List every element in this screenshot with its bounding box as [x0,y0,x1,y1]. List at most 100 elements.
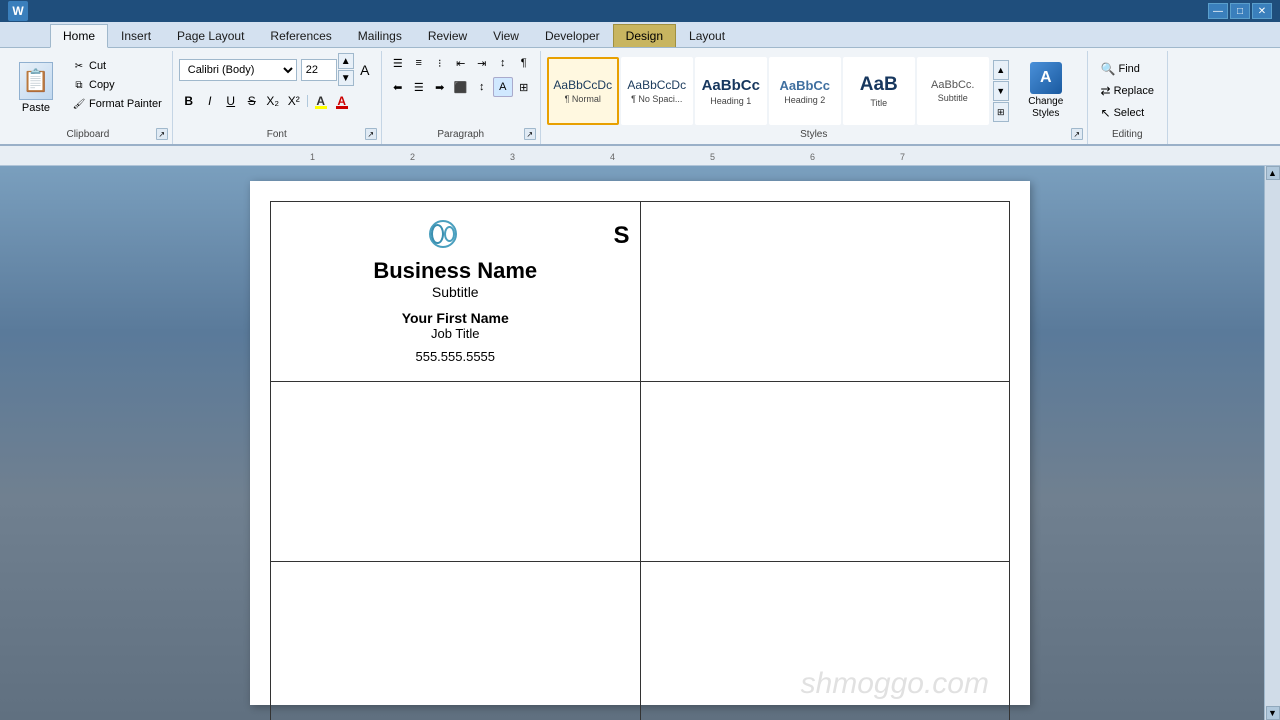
font-expand-button[interactable]: ↗ [365,128,377,140]
style-h1-label: Heading 1 [710,96,751,106]
minimize-button[interactable]: — [1208,3,1228,19]
tab-developer[interactable]: Developer [532,24,613,47]
card-cell-mid-right[interactable] [640,382,1010,562]
business-card-grid: S Business Name Subtitle Your First Name… [270,201,1010,720]
replace-icon: ⇄ [1101,84,1111,98]
bullet-list-button[interactable]: ☰ [388,53,408,73]
person-name: Your First Name [281,310,630,326]
bold-button[interactable]: B [179,91,199,111]
justify-button[interactable]: ⬛ [451,77,471,97]
style-subtitle-preview: AaBbCc. [931,79,974,91]
ribbon: 📋 Paste ✂ Cut ⧉ Copy 🖌 Format Painter [0,48,1280,146]
styles-scroll-buttons: ▲ ▼ ⊞ [993,60,1009,122]
scroll-down-button[interactable]: ▼ [1266,706,1280,720]
tab-page-layout[interactable]: Page Layout [164,24,257,47]
clipboard-expand-button[interactable]: ↗ [156,128,168,140]
copy-button[interactable]: ⧉ Copy [68,76,166,94]
card-cell-bot-left[interactable] [271,562,641,720]
card-cell-bot-right[interactable]: shmoggo.com [640,562,1010,720]
find-button[interactable]: 🔍 Find [1096,59,1159,79]
shading-button[interactable]: A [493,77,513,97]
underline-button[interactable]: U [221,91,241,111]
replace-button[interactable]: ⇄ Replace [1096,81,1159,101]
numbered-list-button[interactable]: ≡ [409,53,429,73]
paragraph-group: ☰ ≡ ⁝ ⇤ ⇥ ↕ ¶ ⬅ ☰ ➡ ⬛ ↕ A ⊞ Paragraph ↗ [382,51,541,144]
strikethrough-button[interactable]: S [242,91,262,111]
card-row-2 [271,382,1010,562]
style-heading1[interactable]: AaBbCc Heading 1 [695,57,767,125]
change-styles-button[interactable]: A ChangeStyles [1011,57,1081,125]
style-title-preview: AaB [860,74,898,96]
clear-formatting-button[interactable]: A [355,60,375,80]
styles-scroll-up[interactable]: ▲ [993,60,1009,80]
superscript-button[interactable]: X² [284,91,304,111]
card-cell-top-right[interactable] [640,202,1010,382]
borders-button[interactable]: ⊞ [514,77,534,97]
style-normal[interactable]: AaBbCcDc ¶ Normal [547,57,619,125]
paste-button[interactable]: 📋 Paste [10,57,62,119]
style-h1-preview: AaBbCc [702,77,760,94]
style-title[interactable]: AaB Title [843,57,915,125]
ribbon-tabs: Home Insert Page Layout References Maili… [0,22,1280,48]
sort-button[interactable]: ↕ [493,53,513,73]
style-subtitle[interactable]: AaBbCc. Subtitle [917,57,989,125]
styles-label: Styles [800,129,827,142]
multilevel-list-button[interactable]: ⁝ [430,53,450,73]
style-h2-preview: AaBbCc [779,78,830,93]
styles-group: AaBbCcDc ¶ Normal AaBbCcDc ¶ No Spaci...… [541,51,1088,144]
style-nospace-label: ¶ No Spaci... [631,94,682,104]
tab-mailings[interactable]: Mailings [345,24,415,47]
vertical-scrollbar[interactable]: ▲ ▼ [1264,166,1280,720]
increase-indent-button[interactable]: ⇥ [472,53,492,73]
style-nospace[interactable]: AaBbCcDc ¶ No Spaci... [621,57,693,125]
font-size-input[interactable] [301,59,337,81]
decrease-indent-button[interactable]: ⇤ [451,53,471,73]
tab-view[interactable]: View [480,24,532,47]
font-group: Calibri (Body) ▲ ▼ A B I U S X₂ X² [173,51,382,144]
scroll-up-button[interactable]: ▲ [1266,166,1280,180]
ruler-inner: 1 2 3 4 5 6 7 [235,146,1055,165]
style-heading2[interactable]: AaBbCc Heading 2 [769,57,841,125]
tab-insert[interactable]: Insert [108,24,164,47]
subscript-button[interactable]: X₂ [263,91,283,111]
card-cell-business[interactable]: S Business Name Subtitle Your First Name… [271,202,641,382]
cut-button[interactable]: ✂ Cut [68,57,166,75]
card-row-1: S Business Name Subtitle Your First Name… [271,202,1010,382]
align-center-button[interactable]: ☰ [409,77,429,97]
select-button[interactable]: ↖ Select [1096,103,1159,123]
styles-scroll-down[interactable]: ▼ [993,81,1009,101]
line-spacing-button[interactable]: ↕ [472,77,492,97]
s-char: S [613,222,629,250]
align-left-button[interactable]: ⬅ [388,77,408,97]
change-styles-icon: A [1030,62,1062,94]
font-size-increase-button[interactable]: ▲ [338,53,354,69]
app-icon: W [8,1,28,21]
style-nospace-preview: AaBbCcDc [627,78,686,92]
clipboard-small-buttons: ✂ Cut ⧉ Copy 🖌 Format Painter [68,57,166,113]
styles-list: AaBbCcDc ¶ Normal AaBbCcDc ¶ No Spaci...… [547,57,989,125]
document-area: S Business Name Subtitle Your First Name… [0,166,1280,720]
font-color-button[interactable]: A [332,91,352,111]
tab-design[interactable]: Design [613,24,676,47]
tab-references[interactable]: References [257,24,344,47]
maximize-button[interactable]: □ [1230,3,1250,19]
tab-review[interactable]: Review [415,24,480,47]
styles-expand-button[interactable]: ↗ [1071,128,1083,140]
italic-button[interactable]: I [200,91,220,111]
font-size-decrease-button[interactable]: ▼ [338,70,354,86]
tab-layout[interactable]: Layout [676,24,738,47]
font-family-select[interactable]: Calibri (Body) [179,59,297,81]
close-button[interactable]: ✕ [1252,3,1272,19]
font-label: Font [267,129,287,142]
tab-home[interactable]: Home [50,24,108,48]
paragraph-expand-button[interactable]: ↗ [524,128,536,140]
phone-number: 555.555.5555 [281,349,630,364]
align-right-button[interactable]: ➡ [430,77,450,97]
format-painter-button[interactable]: 🖌 Format Painter [68,95,166,113]
styles-expand[interactable]: ⊞ [993,102,1009,122]
card-cell-mid-left[interactable] [271,382,641,562]
text-highlight-button[interactable]: A [311,91,331,111]
style-subtitle-label: Subtitle [938,93,968,103]
change-styles-label: ChangeStyles [1028,96,1063,120]
show-formatting-button[interactable]: ¶ [514,53,534,73]
